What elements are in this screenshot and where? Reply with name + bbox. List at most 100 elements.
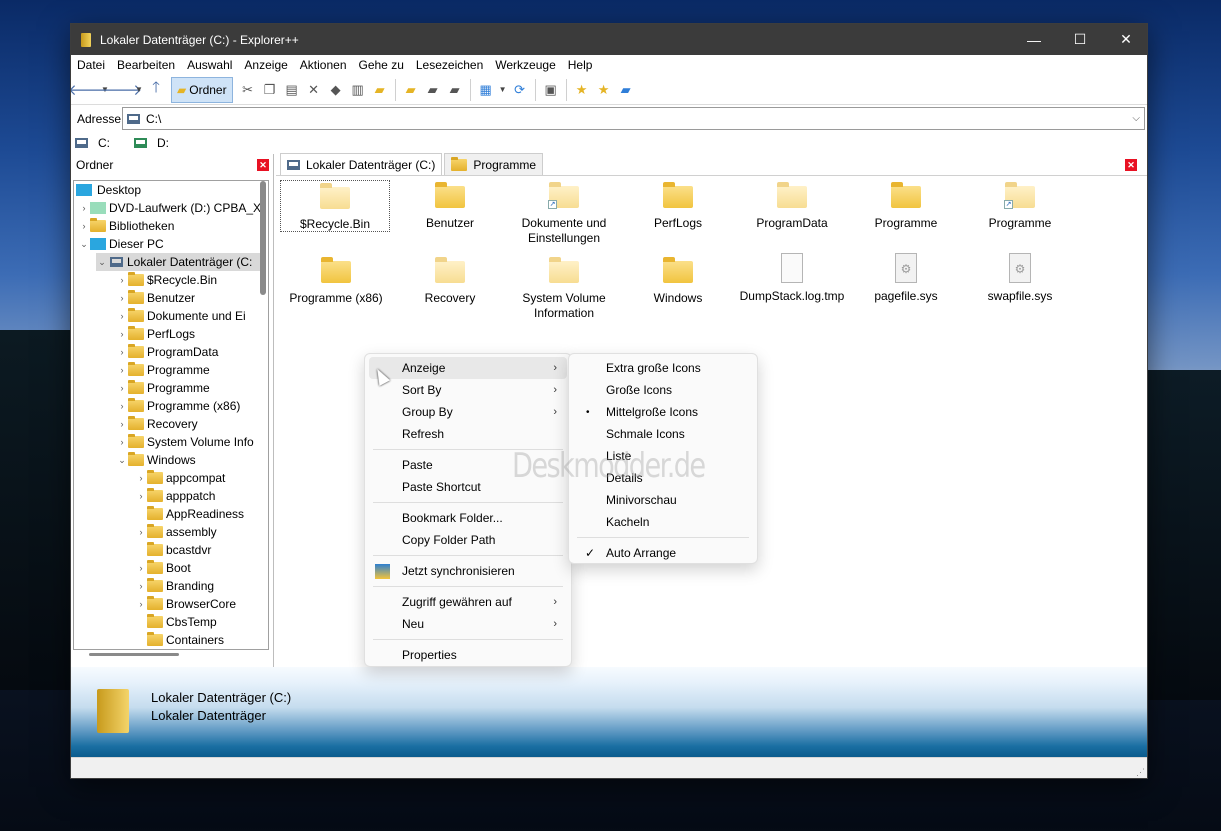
views-dropdown-icon[interactable]: ▼ <box>497 78 509 102</box>
tree-item[interactable]: › Boot <box>135 559 191 577</box>
close-button[interactable]: ✕ <box>1103 24 1147 55</box>
menu-item-neu[interactable]: Neu › <box>369 613 567 635</box>
chevron-right-icon[interactable]: › <box>116 311 128 321</box>
menu-item-refresh[interactable]: Refresh <box>369 423 567 445</box>
chevron-right-icon[interactable]: › <box>135 527 147 537</box>
submenu-item-large-icons[interactable]: Große Icons <box>573 379 753 401</box>
move-to-icon[interactable]: ▰ <box>444 78 466 102</box>
tree-item[interactable]: › Benutzer <box>116 289 195 307</box>
chevron-right-icon[interactable]: › <box>78 203 90 213</box>
tree-item[interactable]: › apppatch <box>135 487 215 505</box>
tree-item[interactable]: › Programme (x86) <box>116 397 240 415</box>
chevron-right-icon[interactable]: › <box>116 275 128 285</box>
chevron-right-icon[interactable]: › <box>135 599 147 609</box>
menu-lesezeichen[interactable]: Lesezeichen <box>410 58 489 72</box>
tree-item[interactable]: Containers <box>135 631 224 649</box>
menu-item-copy-folder-path[interactable]: Copy Folder Path <box>369 529 567 551</box>
menu-gehe-zu[interactable]: Gehe zu <box>353 58 410 72</box>
file-item[interactable]: Programme <box>850 182 962 231</box>
file-item[interactable]: Programme (x86) <box>280 257 392 306</box>
tree-item[interactable]: › BrowserCore <box>135 595 236 613</box>
tree-item[interactable]: › $Recycle.Bin <box>116 271 217 289</box>
tree-item[interactable]: › System Volume Info <box>116 433 254 451</box>
file-item[interactable]: Benutzer <box>394 182 506 231</box>
tree-item[interactable]: › appcompat <box>135 469 225 487</box>
tree-item-dvd[interactable]: › DVD-Laufwerk (D:) CPBA_X <box>78 199 262 217</box>
menu-auswahl[interactable]: Auswahl <box>181 58 238 72</box>
submenu-item-medium-icons[interactable]: • Mittelgroße Icons <box>573 401 753 423</box>
forward-dropdown-icon[interactable]: ▼ <box>133 78 145 102</box>
delete-icon[interactable]: ✕ <box>303 78 325 102</box>
bookmarks-icon[interactable]: ★ <box>593 78 615 102</box>
chevron-right-icon[interactable]: › <box>135 563 147 573</box>
menu-aktionen[interactable]: Aktionen <box>294 58 353 72</box>
file-item[interactable]: PerfLogs <box>622 182 734 231</box>
file-item[interactable]: ProgramData <box>736 182 848 231</box>
ordner-toggle-button[interactable]: ▰ Ordner <box>171 76 233 103</box>
tree-horizontal-scrollbar[interactable] <box>89 653 179 656</box>
chevron-right-icon[interactable]: › <box>116 347 128 357</box>
chevron-right-icon[interactable]: › <box>116 293 128 303</box>
submenu-item-extra-large-icons[interactable]: Extra große Icons <box>573 357 753 379</box>
maximize-button[interactable]: ☐ <box>1057 24 1103 55</box>
new-tab-icon[interactable]: ▰ <box>615 78 637 102</box>
chevron-right-icon[interactable]: › <box>135 491 147 501</box>
forward-icon[interactable]: 🡒 <box>102 78 142 102</box>
tree-item[interactable]: › Recovery <box>116 415 198 433</box>
chevron-down-icon[interactable]: ⌄ <box>96 257 108 268</box>
drive-d-button[interactable]: D: <box>130 136 179 150</box>
add-bookmark-icon[interactable]: ★ <box>571 78 593 102</box>
tab-drive-c[interactable]: Lokaler Datenträger (C:) <box>280 153 443 175</box>
chevron-down-icon[interactable]: ⌄ <box>116 455 128 466</box>
file-item[interactable]: System Volume Information <box>508 257 620 321</box>
up-icon[interactable]: 🡑 <box>145 78 167 102</box>
tree-item[interactable]: CbsTemp <box>135 613 217 631</box>
views-icon[interactable]: ▦ <box>475 78 497 102</box>
submenu-item-small-icons[interactable]: Schmale Icons <box>573 423 753 445</box>
menu-item-sort-by[interactable]: Sort By › <box>369 379 567 401</box>
menu-bearbeiten[interactable]: Bearbeiten <box>111 58 181 72</box>
tree-item[interactable]: › assembly <box>135 523 217 541</box>
chevron-right-icon[interactable]: › <box>116 401 128 411</box>
tree-item[interactable]: › Programme <box>116 361 210 379</box>
menu-item-properties[interactable]: Properties <box>369 644 567 666</box>
copy-to-icon[interactable]: ▰ <box>422 78 444 102</box>
menu-help[interactable]: Help <box>562 58 599 72</box>
close-tab-button[interactable]: ✕ <box>1125 159 1137 171</box>
tree-item-desktop[interactable]: Desktop <box>76 181 141 199</box>
cut-icon[interactable]: ✂ <box>237 78 259 102</box>
properties-icon[interactable]: ▥ <box>347 78 369 102</box>
tree-item[interactable]: › Dokumente und Ei <box>116 307 246 325</box>
menu-datei[interactable]: Datei <box>71 58 111 72</box>
tree-item[interactable]: AppReadiness <box>135 505 244 523</box>
tree-item[interactable]: › ProgramData <box>116 343 218 361</box>
chevron-right-icon[interactable]: › <box>135 581 147 591</box>
menu-werkzeuge[interactable]: Werkzeuge <box>489 58 561 72</box>
chevron-right-icon[interactable]: › <box>116 329 128 339</box>
file-item[interactable]: $Recycle.Bin <box>280 180 390 232</box>
submenu-item-tiles[interactable]: Kacheln <box>573 511 753 533</box>
file-item[interactable]: ⚙ swapfile.sys <box>964 253 1076 304</box>
tree-vertical-scrollbar[interactable] <box>260 181 266 295</box>
file-item[interactable]: ↗ Programme <box>964 182 1076 231</box>
chevron-down-icon[interactable]: ⌄ <box>78 239 90 250</box>
chevron-right-icon[interactable]: › <box>78 221 90 231</box>
submenu-item-thumbnails[interactable]: Minivorschau <box>573 489 753 511</box>
tab-programme[interactable]: Programme <box>444 153 544 175</box>
file-item[interactable]: DumpStack.log.tmp <box>736 253 848 304</box>
menu-item-anzeige[interactable]: Anzeige › <box>369 357 567 379</box>
minimize-button[interactable]: — <box>1011 24 1057 55</box>
tree-item-bibliotheken[interactable]: › Bibliotheken <box>78 217 174 235</box>
chevron-right-icon[interactable]: › <box>135 473 147 483</box>
file-item[interactable]: Windows <box>622 257 734 306</box>
tree-item-drive-c[interactable]: ⌄ Lokaler Datenträger (C: <box>96 253 266 271</box>
chevron-right-icon[interactable]: › <box>116 365 128 375</box>
address-input[interactable]: C:\ ⌵ <box>122 107 1145 130</box>
menu-item-grant-access[interactable]: Zugriff gewähren auf › <box>369 591 567 613</box>
chevron-right-icon[interactable]: › <box>116 419 128 429</box>
tree-item-dieser-pc[interactable]: ⌄ Dieser PC <box>78 235 163 253</box>
search-folder-icon[interactable]: ▰ <box>369 78 391 102</box>
file-item[interactable]: ↗ Dokumente und Einstellungen <box>508 182 620 246</box>
menu-anzeige[interactable]: Anzeige <box>238 58 293 72</box>
tree-item[interactable]: ⌄ Windows <box>116 451 196 469</box>
